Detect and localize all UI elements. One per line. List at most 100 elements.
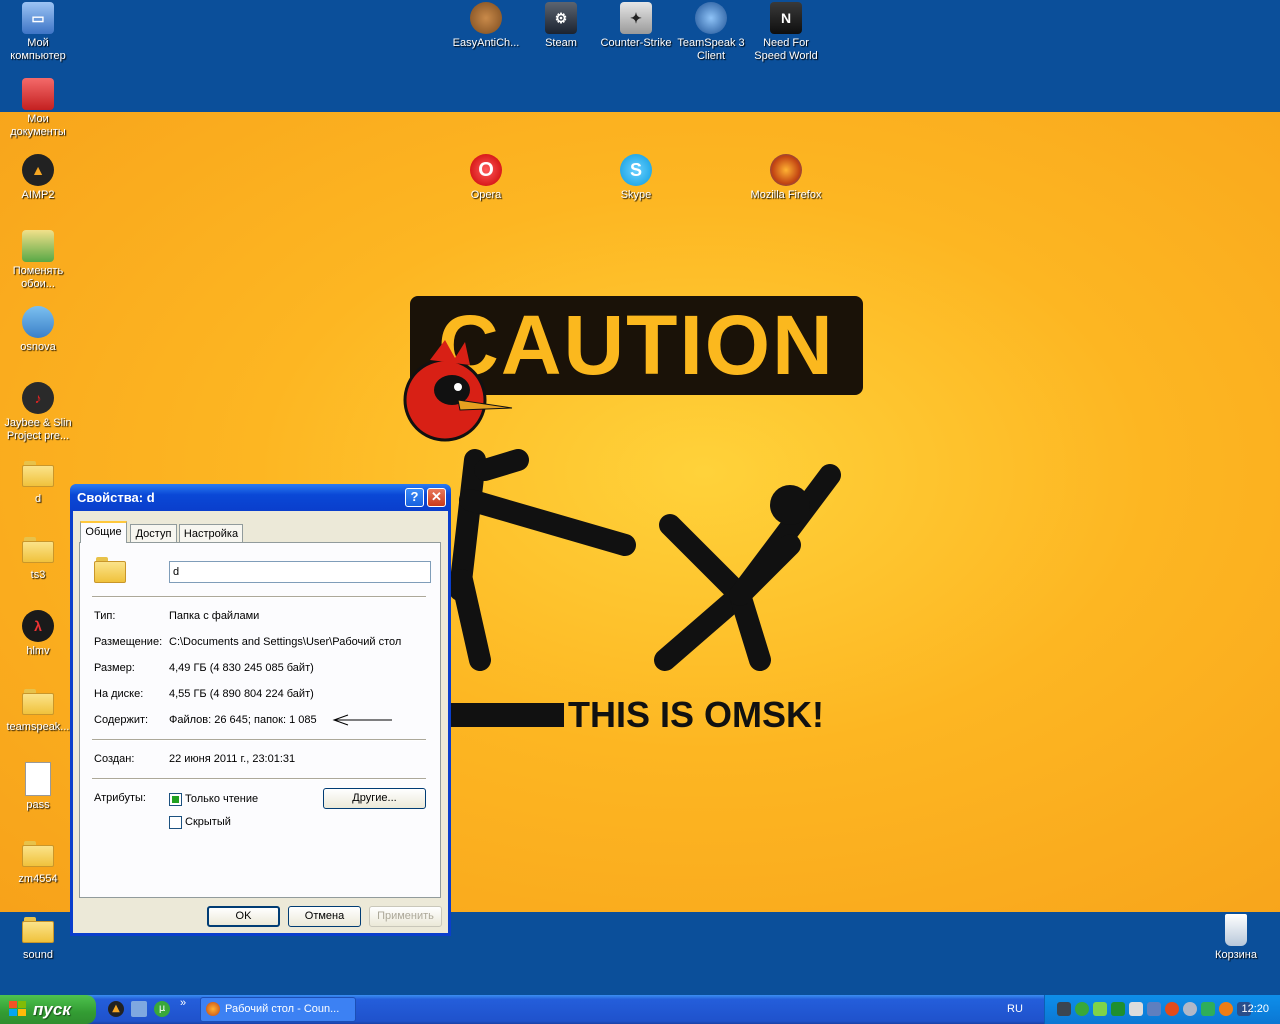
- quicklaunch-more[interactable]: »: [180, 997, 186, 1009]
- tab-customize[interactable]: Настройка: [179, 524, 243, 542]
- desktop-icon-steam[interactable]: ⚙ Steam: [523, 2, 599, 50]
- steam-tray-icon[interactable]: [1057, 1002, 1071, 1016]
- osnova-icon: [22, 306, 54, 338]
- location-value: C:\Documents and Settings\User\Рабочий с…: [169, 636, 402, 648]
- network-tray-icon[interactable]: [1111, 1002, 1125, 1016]
- wallpaper-bar: [450, 703, 564, 727]
- separator: [92, 596, 426, 598]
- general-tab-panel: d Тип: Папка с файлами Размещение: C:\Do…: [79, 542, 441, 898]
- disk-size-value: 4,55 ГБ (4 890 804 224 байт): [169, 688, 314, 700]
- advanced-attributes-button[interactable]: Другие...: [323, 788, 426, 809]
- mp3-icon: ♪: [22, 382, 54, 414]
- desktop-icon-folder-zm4554[interactable]: zm4554: [0, 838, 76, 886]
- location-label: Размещение:: [94, 636, 163, 648]
- desktop-icon-teamspeak[interactable]: TeamSpeak 3 Client: [673, 2, 749, 63]
- ok-button[interactable]: OK: [207, 906, 280, 927]
- desktop-icon-folder-sound[interactable]: sound: [0, 914, 76, 962]
- desktop-icon-label: Mozilla Firefox: [750, 189, 822, 201]
- show-desktop-icon[interactable]: [131, 1001, 147, 1017]
- volume-tray-icon[interactable]: [1129, 1002, 1143, 1016]
- firefox-icon: [770, 154, 802, 186]
- folder-name-input[interactable]: d: [169, 561, 431, 583]
- apply-button[interactable]: Применить: [369, 906, 442, 927]
- counter-strike-icon: ✦: [620, 2, 652, 34]
- readonly-label[interactable]: Только чтение: [185, 793, 258, 805]
- desktop-icon-opera[interactable]: O Opera: [448, 154, 524, 202]
- utorrent-icon[interactable]: µ: [154, 1001, 170, 1017]
- desktop-icon-label: d: [34, 493, 42, 505]
- opera-icon: O: [470, 154, 502, 186]
- desktop-icon-firefox[interactable]: Mozilla Firefox: [748, 154, 824, 202]
- attributes-label: Атрибуты:: [94, 792, 146, 804]
- contains-label: Содержит:: [94, 714, 149, 726]
- desktop-icon-recycle-bin[interactable]: Корзина: [1198, 914, 1274, 962]
- tab-sharing[interactable]: Доступ: [130, 524, 177, 542]
- desktop-icon-wallpaper-changer[interactable]: Поменять обои...: [0, 230, 76, 291]
- desktop-icon-folder-teamspeak[interactable]: teamspeak...: [0, 686, 76, 734]
- tab-general[interactable]: Общие: [80, 521, 127, 543]
- text-file-icon: [25, 762, 51, 796]
- desktop-icon-label: TeamSpeak 3 Client: [677, 37, 745, 62]
- hidden-label[interactable]: Скрытый: [185, 816, 231, 828]
- dialog-title: Свойства: d: [77, 490, 155, 505]
- desktop-icon-label: ts3: [30, 569, 46, 581]
- hlmv-icon: λ: [22, 610, 54, 642]
- separator: [92, 778, 426, 780]
- desktop-icon-osnova[interactable]: osnova: [0, 306, 76, 354]
- desktop-icon-pass[interactable]: pass: [0, 762, 76, 812]
- start-label: пуск: [33, 1000, 71, 1019]
- cancel-button[interactable]: Отмена: [288, 906, 361, 927]
- language-indicator[interactable]: RU: [1000, 995, 1030, 1024]
- folder-icon: [22, 537, 54, 563]
- folder-icon: [22, 841, 54, 867]
- windows-logo-icon: [9, 1001, 26, 1016]
- flash-tray-icon[interactable]: [1165, 1002, 1179, 1016]
- utorrent-tray-icon[interactable]: [1075, 1002, 1089, 1016]
- skype-icon: S: [620, 154, 652, 186]
- desktop-icon-label: sound: [23, 949, 53, 961]
- update-tray-icon[interactable]: [1201, 1002, 1215, 1016]
- desktop-icon-label: Steam: [545, 37, 577, 49]
- display-tray-icon[interactable]: [1147, 1002, 1161, 1016]
- desktop-icon-folder-d[interactable]: d: [0, 458, 76, 506]
- folder-icon: [22, 689, 54, 715]
- desktop-icon-folder-ts3[interactable]: ts3: [0, 534, 76, 582]
- created-label: Создан:: [94, 753, 135, 765]
- desktop-icon-counter-strike[interactable]: ✦ Counter-Strike: [598, 2, 674, 50]
- desktop-icon-easyanticheat[interactable]: EasyAntiCh...: [448, 2, 524, 50]
- my-computer-icon: ▭: [22, 2, 54, 34]
- clock[interactable]: 12:20: [1241, 995, 1269, 1024]
- nfs-icon: N: [770, 2, 802, 34]
- aimp-icon[interactable]: ▲: [108, 1001, 124, 1017]
- size-label: Размер:: [94, 662, 135, 674]
- desktop-icon-label: Мой компьютер: [10, 37, 66, 62]
- help-button[interactable]: ?: [405, 488, 424, 507]
- hidden-checkbox[interactable]: [169, 816, 182, 829]
- taskbar-button-label: Рабочий стол - Coun...: [225, 1003, 340, 1015]
- teddy-bear-icon: [470, 2, 502, 34]
- desktop-icon-hlmv[interactable]: λ hlmv: [0, 610, 76, 658]
- desktop-icon-label: Поменять обои...: [12, 265, 64, 290]
- properties-dialog[interactable]: Свойства: d ? ✕ Общие Доступ Настройка d…: [70, 484, 451, 936]
- security-tray-icon[interactable]: [1093, 1002, 1107, 1016]
- desktop-icon-my-documents[interactable]: Мои документы: [0, 78, 76, 139]
- folder-icon: [22, 917, 54, 943]
- start-button[interactable]: пуск: [0, 995, 96, 1024]
- teamspeak-icon: [695, 2, 727, 34]
- readonly-checkbox[interactable]: [169, 793, 182, 806]
- teamspeak-tray-icon[interactable]: [1183, 1002, 1197, 1016]
- desktop-icon-aimp2[interactable]: ▲ AIMP2: [0, 154, 76, 202]
- firefox-icon: [206, 1002, 220, 1016]
- my-documents-icon: [22, 78, 54, 110]
- desktop-icon-label: Корзина: [1215, 949, 1257, 961]
- desktop-icon-my-computer[interactable]: ▭ Мой компьютер: [0, 2, 76, 63]
- taskbar-button-firefox[interactable]: Рабочий стол - Coun...: [200, 997, 356, 1022]
- desktop-icon-mp3[interactable]: ♪ Jaybee & Slin Project pre...: [0, 382, 76, 443]
- steam-icon: ⚙: [545, 2, 577, 34]
- app-tray-icon[interactable]: [1219, 1002, 1233, 1016]
- dialog-titlebar[interactable]: Свойства: d ? ✕: [70, 484, 451, 511]
- desktop-icon-label: osnova: [20, 341, 56, 353]
- desktop-icon-skype[interactable]: S Skype: [598, 154, 674, 202]
- close-button[interactable]: ✕: [427, 488, 446, 507]
- desktop-icon-nfs-world[interactable]: N Need For Speed World: [748, 2, 824, 63]
